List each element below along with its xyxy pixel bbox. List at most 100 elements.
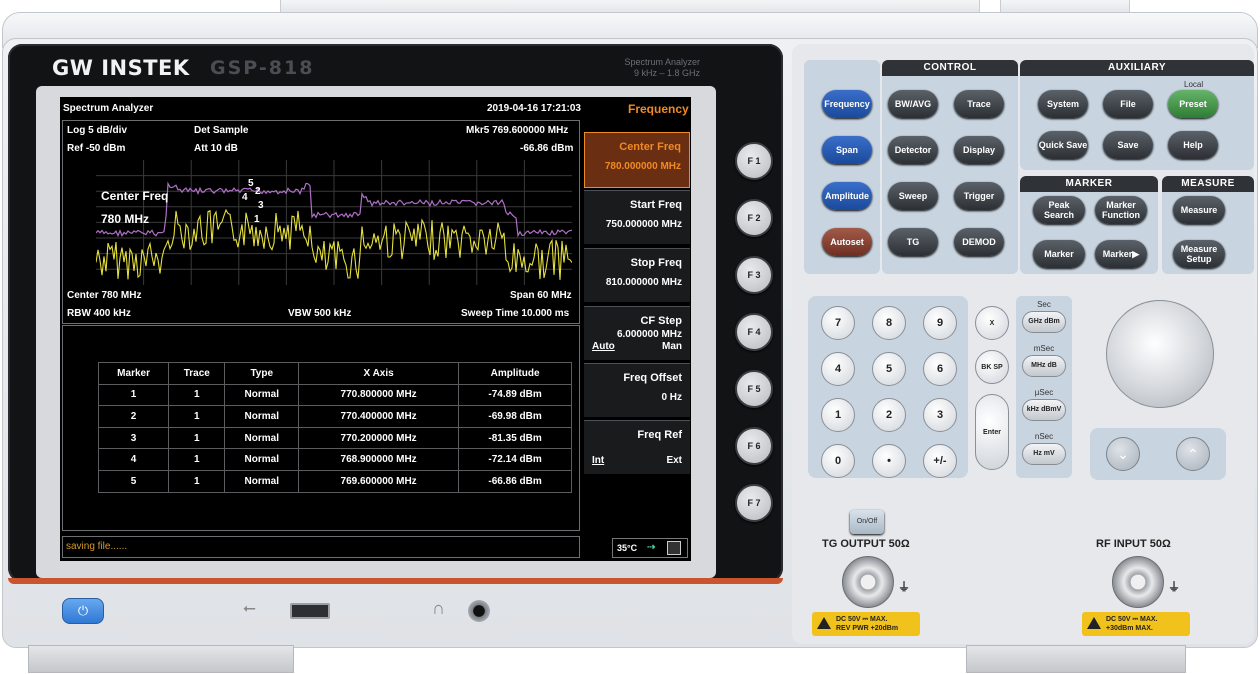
arrow-down-button[interactable]: ⌄ bbox=[1106, 437, 1140, 471]
key-marker-4[interactable]: Marker▶ bbox=[1095, 240, 1147, 268]
tg-output-connector[interactable] bbox=[842, 556, 894, 608]
keypad-key[interactable]: 4 bbox=[821, 352, 855, 386]
key-sweep[interactable]: Sweep bbox=[888, 182, 938, 210]
softkey-title: CF Step bbox=[640, 315, 682, 327]
table-cell: 768.900000 MHz bbox=[298, 448, 460, 471]
f7-key[interactable]: F 7 bbox=[735, 484, 773, 522]
key-help[interactable]: Help bbox=[1168, 131, 1218, 159]
table-cell: -81.35 dBm bbox=[458, 426, 572, 450]
softkey-title: Freq Ref bbox=[637, 429, 682, 441]
softkey-2[interactable]: Start Freq 750.000000 MHz bbox=[584, 190, 690, 244]
storage-icon bbox=[667, 541, 681, 555]
key-marker-1[interactable]: Peak Search bbox=[1033, 196, 1085, 224]
key-frequency[interactable]: Frequency bbox=[822, 90, 872, 118]
keypad-key[interactable]: 0 bbox=[821, 444, 855, 478]
key-bw-avg[interactable]: BW/AVG bbox=[888, 90, 938, 118]
table-cell: -66.86 dBm bbox=[458, 469, 572, 493]
key-marker-3[interactable]: Marker bbox=[1033, 240, 1085, 268]
key-save[interactable]: Save bbox=[1103, 131, 1153, 159]
f1-key[interactable]: F 1 bbox=[735, 142, 773, 180]
key-detector[interactable]: Detector bbox=[888, 136, 938, 164]
overlay-value: 780 MHz bbox=[101, 212, 150, 226]
key-measure[interactable]: Measure bbox=[1173, 196, 1225, 224]
usb-port[interactable] bbox=[290, 603, 330, 619]
key-measure-setup[interactable]: Measure Setup bbox=[1173, 240, 1225, 268]
unit-key-4[interactable]: Hz mV bbox=[1022, 443, 1066, 465]
marker-table-header-cell: X Axis bbox=[298, 362, 460, 385]
keypad-enter-key[interactable]: Enter bbox=[975, 394, 1009, 470]
softkey-option-right: Ext bbox=[666, 455, 682, 466]
key-file[interactable]: File bbox=[1103, 90, 1153, 118]
unit-key-time-label: µSec bbox=[1034, 388, 1054, 397]
scale-readout: Log 5 dB/div bbox=[67, 125, 127, 136]
key-amplitude[interactable]: Amplitude bbox=[822, 182, 872, 210]
usb-icon: ⭠ bbox=[243, 600, 256, 617]
keypad-key[interactable]: 3 bbox=[923, 398, 957, 432]
softkey-option-left: Auto bbox=[592, 341, 615, 352]
tg-onoff-button[interactable]: On/Off bbox=[850, 510, 884, 534]
key-tg[interactable]: TG bbox=[888, 228, 938, 256]
keypad-key[interactable]: +/- bbox=[923, 444, 957, 478]
key-span[interactable]: Span bbox=[822, 136, 872, 164]
table-cell: Normal bbox=[224, 383, 300, 407]
table-cell: 770.200000 MHz bbox=[298, 426, 460, 450]
key-preset[interactable]: Preset bbox=[1168, 90, 1218, 118]
subtitle-line-2: 9 kHz – 1.8 GHz bbox=[633, 68, 700, 78]
marker-table: Marker Trace Type X Axis Amplitude 1 1 Normal 7… bbox=[97, 362, 572, 493]
f2-key[interactable]: F 2 bbox=[735, 199, 773, 237]
rotary-knob[interactable] bbox=[1106, 300, 1214, 408]
marker-number-1: 1 bbox=[254, 214, 260, 225]
table-row: 1 1 Normal 770.800000 MHz -74.89 dBm bbox=[97, 383, 572, 407]
f6-key[interactable]: F 6 bbox=[735, 427, 773, 465]
table-row: 4 1 Normal 768.900000 MHz -72.14 dBm bbox=[97, 448, 572, 471]
table-row: 5 1 Normal 769.600000 MHz -66.86 dBm bbox=[97, 469, 572, 493]
key-autoset[interactable]: Autoset bbox=[822, 228, 872, 256]
key-trace[interactable]: Trace bbox=[954, 90, 1004, 118]
keypad-backspace-key[interactable]: BK SP bbox=[975, 350, 1009, 384]
key-trigger[interactable]: Trigger bbox=[954, 182, 1004, 210]
softkey-title: Center Freq bbox=[619, 141, 681, 153]
key-marker-2[interactable]: Marker Function bbox=[1095, 196, 1147, 224]
keypad-cancel-key[interactable]: X bbox=[975, 306, 1009, 340]
unit-key-3[interactable]: kHz dBmV bbox=[1022, 399, 1066, 421]
arrow-key-group: ⌄ ⌃ bbox=[1090, 428, 1226, 480]
softkey-title: Stop Freq bbox=[630, 257, 682, 269]
keypad-key[interactable]: 5 bbox=[872, 352, 906, 386]
status-bar bbox=[62, 536, 580, 558]
rbw-readout: RBW 400 kHz bbox=[67, 308, 131, 319]
attenuation-readout: Att 10 dB bbox=[194, 143, 238, 154]
rf-warning-line-1: DC 50V ⎓ MAX. bbox=[1106, 616, 1158, 623]
rf-input-connector[interactable] bbox=[1112, 556, 1164, 608]
marker-readout: Mkr5 769.600000 MHz bbox=[466, 125, 569, 136]
table-row: 2 1 Normal 770.400000 MHz -69.98 dBm bbox=[97, 405, 572, 428]
power-button[interactable]: ⏻ bbox=[62, 598, 104, 624]
softkey-menu: Center Freq 780.000000 MHz Start Freq 750.0… bbox=[584, 132, 690, 532]
keypad-key[interactable]: 2 bbox=[872, 398, 906, 432]
f5-key[interactable]: F 5 bbox=[735, 370, 773, 408]
softkey-6[interactable]: Freq Ref Int Ext bbox=[584, 420, 690, 474]
keypad-key[interactable]: 6 bbox=[923, 352, 957, 386]
softkey-1[interactable]: Center Freq 780.000000 MHz bbox=[584, 132, 690, 188]
keypad-key[interactable]: 1 bbox=[821, 398, 855, 432]
softkey-4[interactable]: CF Step 6.000000 MHz Auto Man bbox=[584, 306, 690, 360]
arrow-up-button[interactable]: ⌃ bbox=[1176, 437, 1210, 471]
keypad-key[interactable]: • bbox=[872, 444, 906, 478]
unit-key-2[interactable]: MHz dB bbox=[1022, 355, 1066, 377]
keypad-key[interactable]: 8 bbox=[872, 306, 906, 340]
f3-key[interactable]: F 3 bbox=[735, 256, 773, 294]
key-system[interactable]: System bbox=[1038, 90, 1088, 118]
softkey-value: 810.000000 MHz bbox=[605, 277, 682, 288]
tg-warning-line-2: REV PWR +20dBm bbox=[836, 625, 899, 632]
headphone-jack[interactable] bbox=[468, 600, 490, 622]
sweep-time-readout: Sweep Time 10.000 ms bbox=[461, 308, 570, 319]
unit-key-1[interactable]: GHz dBm bbox=[1022, 311, 1066, 333]
key-demod[interactable]: DEMOD bbox=[954, 228, 1004, 256]
rf-warning-label: DC 50V ⎓ MAX. +30dBm MAX. bbox=[1082, 612, 1190, 636]
key-display[interactable]: Display bbox=[954, 136, 1004, 164]
keypad-key[interactable]: 7 bbox=[821, 306, 855, 340]
softkey-3[interactable]: Stop Freq 810.000000 MHz bbox=[584, 248, 690, 302]
key-quick-save[interactable]: Quick Save bbox=[1038, 131, 1088, 159]
softkey-5[interactable]: Freq Offset 0 Hz bbox=[584, 363, 690, 417]
f4-key[interactable]: F 4 bbox=[735, 313, 773, 351]
keypad-key[interactable]: 9 bbox=[923, 306, 957, 340]
